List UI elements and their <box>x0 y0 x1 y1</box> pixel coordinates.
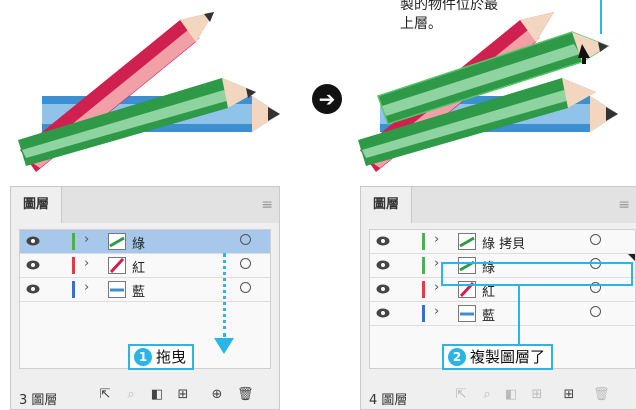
layer-thumbnail <box>108 281 126 298</box>
search-icon[interactable]: ⌕ <box>123 387 139 403</box>
panel-footer: 3 圖層 ⇱ ⌕ ◧ ⊞ ⊕ 🗑 <box>11 383 279 409</box>
annotation-line <box>518 286 520 344</box>
step-number: 2 <box>448 348 466 366</box>
target-circle-icon[interactable] <box>240 282 251 293</box>
layer-name[interactable]: 藍 <box>482 305 495 324</box>
sublayer-icon[interactable]: ⊞ <box>529 387 545 403</box>
layer-thumbnail <box>108 257 126 274</box>
layer-row-red[interactable]: › 紅 <box>20 254 270 278</box>
new-layer-icon[interactable]: ⊕ <box>209 387 225 403</box>
drag-arrow-icon <box>214 338 234 354</box>
layer-count: 3 圖層 <box>19 393 58 408</box>
illustration-before <box>0 0 300 180</box>
sublayer-icon[interactable]: ⊞ <box>175 387 191 403</box>
layer-name[interactable]: 藍 <box>132 281 145 300</box>
search-icon[interactable]: ⌕ <box>479 387 495 403</box>
step-1-badge: 1 拖曳 <box>128 344 195 370</box>
layer-color-bar <box>72 281 75 298</box>
step-number: 1 <box>134 348 152 366</box>
layer-count: 4 圖層 <box>369 393 408 408</box>
layer-row-blue[interactable]: › 藍 <box>370 302 635 326</box>
new-layer-icon[interactable]: ⊞ <box>561 387 577 403</box>
layer-row-blue[interactable]: › 藍 <box>20 278 270 302</box>
export-icon[interactable]: ⇱ <box>97 387 113 403</box>
illustration-after <box>350 0 636 180</box>
layer-color-bar <box>72 233 75 250</box>
panel-footer: 4 圖層 ⇱ ⌕ ◧ ⊞ ⊞ 🗑 <box>361 383 636 409</box>
layer-color-bar <box>72 257 75 274</box>
chevron-right-icon[interactable]: › <box>84 232 89 247</box>
tab-layers[interactable]: 圖層 <box>11 187 63 223</box>
target-circle-icon[interactable] <box>590 234 601 245</box>
target-circle-icon[interactable] <box>240 258 251 269</box>
step-label: 拖曳 <box>156 348 187 366</box>
chevron-right-icon[interactable]: › <box>434 256 439 271</box>
chevron-right-icon[interactable]: › <box>84 280 89 295</box>
step-2-badge: 2 複製圖層了 <box>442 344 554 370</box>
panel-tabbar: 圖層 ≡ <box>361 187 636 223</box>
hamburger-icon[interactable]: ≡ <box>618 198 630 212</box>
trash-icon[interactable]: 🗑 <box>237 387 254 403</box>
hamburger-icon[interactable]: ≡ <box>261 198 273 212</box>
trash-icon[interactable]: 🗑 <box>593 387 610 403</box>
tab-layers[interactable]: 圖層 <box>361 187 413 223</box>
eye-icon[interactable] <box>376 308 390 318</box>
eye-icon[interactable] <box>376 284 390 294</box>
layer-color-bar <box>422 257 425 274</box>
mask-icon[interactable]: ◧ <box>149 387 165 403</box>
mask-icon[interactable]: ◧ <box>503 387 519 403</box>
layer-thumbnail <box>458 233 476 250</box>
eye-icon[interactable] <box>26 260 40 270</box>
chevron-right-icon[interactable]: › <box>434 280 439 295</box>
layers-panel-before: 圖層 ≡ › 綠 › 紅 › 藍 3 圖層 ⇱ ⌕ ◧ ⊞ ⊕ 🗑 <box>10 186 280 410</box>
layer-row-green[interactable]: › 綠 <box>20 230 270 254</box>
target-circle-icon[interactable] <box>240 234 251 245</box>
layer-color-bar <box>422 305 425 322</box>
eye-icon[interactable] <box>376 260 390 270</box>
layer-thumbnail <box>108 233 126 250</box>
layer-name[interactable]: 綠 拷貝 <box>482 233 525 252</box>
eye-icon[interactable] <box>376 236 390 246</box>
chevron-right-icon[interactable]: › <box>84 256 89 271</box>
export-icon[interactable]: ⇱ <box>453 387 469 403</box>
current-layer-marker <box>628 254 635 261</box>
transition-arrow-icon: ➔ <box>312 84 342 114</box>
layer-color-bar <box>422 281 425 298</box>
layer-row-green-copy[interactable]: › 綠 拷貝 <box>370 230 635 254</box>
copied-layer-highlight <box>441 262 633 286</box>
layer-name[interactable]: 紅 <box>132 257 145 276</box>
layers-panel-after: 圖層 ≡ › 綠 拷貝 › 綠 › 紅 › 藍 4 圖層 ⇱ ⌕ ◧ ⊞ ⊞ 🗑 <box>360 186 636 410</box>
chevron-right-icon[interactable]: › <box>434 232 439 247</box>
layer-thumbnail <box>458 305 476 322</box>
chevron-right-icon[interactable]: › <box>434 304 439 319</box>
drag-path-dots <box>223 253 226 337</box>
eye-icon[interactable] <box>26 236 40 246</box>
layer-color-bar <box>422 233 425 250</box>
panel-tabbar: 圖層 ≡ <box>11 187 279 223</box>
target-circle-icon[interactable] <box>590 306 601 317</box>
step-label: 複製圖層了 <box>470 348 546 366</box>
eye-icon[interactable] <box>26 284 40 294</box>
layer-name[interactable]: 綠 <box>132 233 145 252</box>
